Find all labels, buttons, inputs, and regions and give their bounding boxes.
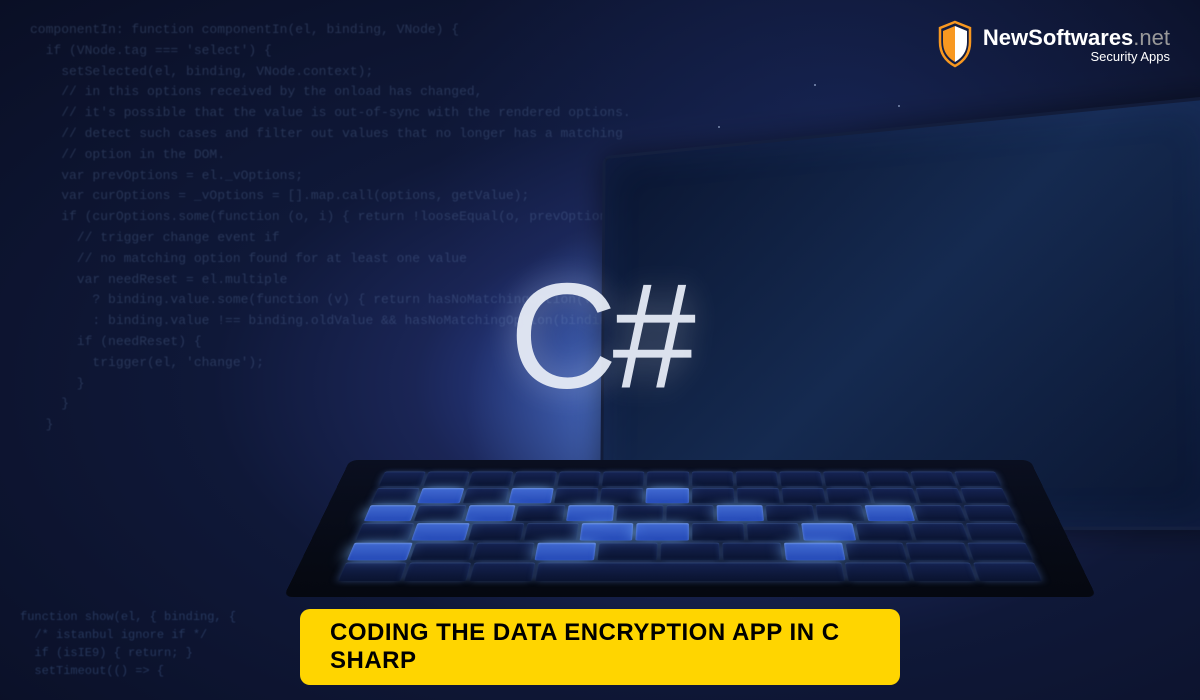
brand-logo: NewSoftwares.net Security Apps (935, 20, 1170, 68)
shield-icon (935, 20, 975, 68)
csharp-logo: C# (509, 250, 691, 423)
brand-tagline: Security Apps (1091, 49, 1171, 64)
brand-domain: .net (1133, 25, 1170, 50)
brand-name: NewSoftwares (983, 25, 1133, 50)
laptop-keyboard (283, 460, 1096, 597)
title-banner: CODING THE DATA ENCRYPTION APP IN C SHAR… (300, 609, 900, 685)
